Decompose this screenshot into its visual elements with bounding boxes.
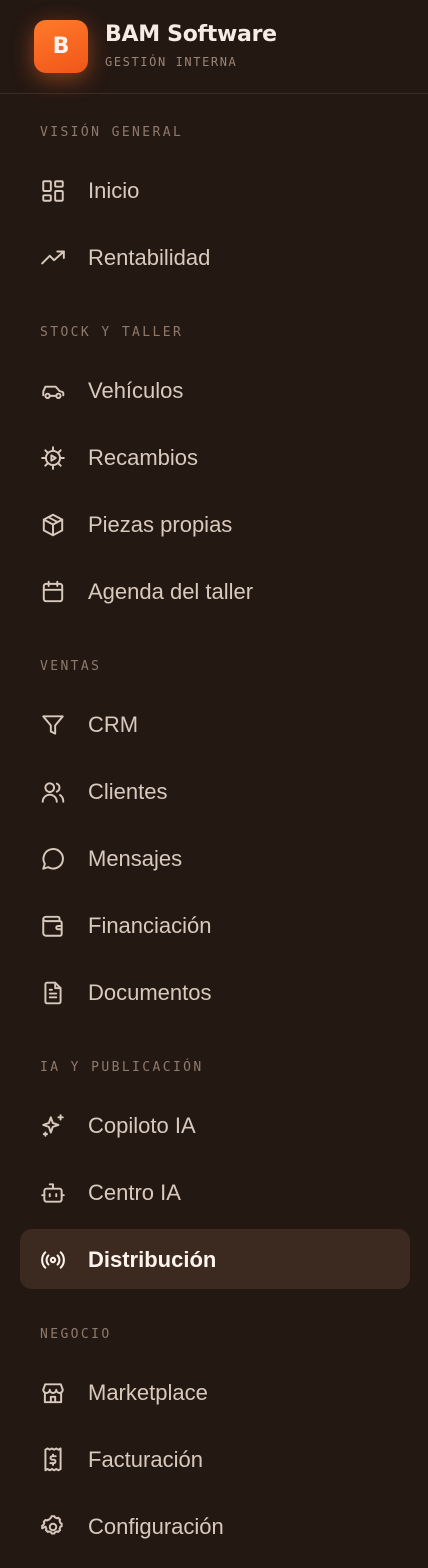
sidebar-item-label: Clientes xyxy=(88,779,168,804)
section-label-ventas: VENTAS xyxy=(40,659,102,674)
sidebar-item-label: Vehículos xyxy=(88,378,184,403)
sidebar-item-crm[interactable]: CRM xyxy=(20,694,410,754)
sidebar-item-label: Marketplace xyxy=(88,1380,208,1405)
storefront-icon xyxy=(40,1380,66,1406)
section-label-negocio: NEGOCIO xyxy=(40,1327,112,1342)
app-subtitle: GESTIÓN INTERNA xyxy=(105,55,238,69)
sidebar-item-facturacion[interactable]: Facturación xyxy=(20,1429,410,1489)
receipt-dollar-icon xyxy=(40,1447,66,1473)
section-label-vision-general: VISIÓN GENERAL xyxy=(40,125,184,140)
sidebar-item-label: Rentabilidad xyxy=(88,245,211,270)
funnel-filter-icon xyxy=(40,712,66,738)
document-icon xyxy=(40,980,66,1006)
sparkles-icon xyxy=(40,1113,66,1139)
sidebar-item-agenda-taller[interactable]: Agenda del taller xyxy=(20,561,410,621)
sidebar-item-vehiculos[interactable]: Vehículos xyxy=(20,360,410,420)
sidebar-item-label: Inicio xyxy=(88,178,140,203)
sidebar-item-rentabilidad[interactable]: Rentabilidad xyxy=(20,227,410,287)
sidebar-item-label: Recambios xyxy=(88,445,199,470)
bot-icon xyxy=(40,1180,66,1206)
sidebar-item-label: Centro IA xyxy=(88,1180,181,1205)
sidebar-item-centro-ia[interactable]: Centro IA xyxy=(20,1162,410,1222)
sidebar-item-marketplace[interactable]: Marketplace xyxy=(20,1362,410,1422)
broadcast-radio-icon xyxy=(40,1247,66,1273)
section-label-ia-publicacion: IA Y PUBLICACIÓN xyxy=(40,1060,204,1075)
gear-cog-icon xyxy=(40,445,66,471)
sidebar-item-label: Financiación xyxy=(88,913,212,938)
sidebar-item-label: Configuración xyxy=(88,1514,224,1539)
sidebar-item-copiloto-ia[interactable]: Copiloto IA xyxy=(20,1095,410,1155)
sidebar-item-piezas-propias[interactable]: Piezas propias xyxy=(20,494,410,554)
section-label-stock-taller: STOCK Y TALLER xyxy=(40,325,184,340)
trending-up-icon xyxy=(40,245,66,271)
sidebar-item-label: Copiloto IA xyxy=(88,1113,196,1138)
sidebar-item-label: Documentos xyxy=(88,980,212,1005)
dashboard-grid-icon xyxy=(40,178,66,204)
sidebar-item-documentos[interactable]: Documentos xyxy=(20,962,410,1022)
sidebar-item-financiacion[interactable]: Financiación xyxy=(20,895,410,955)
wallet-icon xyxy=(40,913,66,939)
app-logo[interactable]: B xyxy=(34,20,88,73)
car-icon xyxy=(40,378,66,404)
chat-bubble-icon xyxy=(40,846,66,872)
sidebar-item-label: Agenda del taller xyxy=(88,579,254,604)
sidebar-item-recambios[interactable]: Recambios xyxy=(20,427,410,487)
sidebar-item-clientes[interactable]: Clientes xyxy=(20,761,410,821)
logo-letter: B xyxy=(52,34,70,59)
sidebar-item-distribucion[interactable]: Distribución xyxy=(20,1229,410,1289)
sidebar-item-label: Mensajes xyxy=(88,846,183,871)
sidebar-item-label: Facturación xyxy=(88,1447,203,1472)
sidebar-brand-header: B BAM Software GESTIÓN INTERNA xyxy=(0,0,428,94)
sidebar-item-label: Piezas propias xyxy=(88,512,233,537)
sidebar-item-mensajes[interactable]: Mensajes xyxy=(20,828,410,888)
users-icon xyxy=(40,779,66,805)
package-box-icon xyxy=(40,512,66,538)
app-name: BAM Software xyxy=(105,22,277,47)
sidebar-item-inicio[interactable]: Inicio xyxy=(20,160,410,220)
settings-cog-icon xyxy=(40,1514,66,1540)
sidebar-item-label: Distribución xyxy=(88,1247,217,1272)
sidebar-item-configuracion[interactable]: Configuración xyxy=(20,1496,410,1556)
sidebar-item-label: CRM xyxy=(88,712,139,737)
calendar-icon xyxy=(40,579,66,605)
